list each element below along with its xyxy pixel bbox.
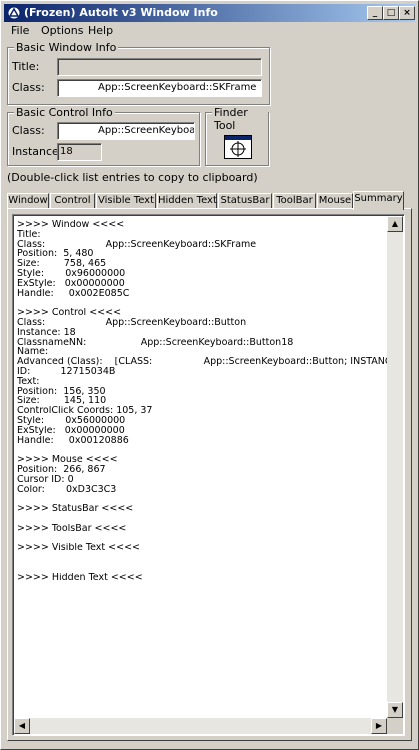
arrow-left-icon: ◀ (18, 721, 26, 730)
minimize-icon: _ (372, 8, 378, 18)
summary-line[interactable]: >>>> Window <<<< (17, 220, 389, 230)
control-instance-field[interactable]: 18 (57, 143, 102, 161)
finder-tool-group: Finder Tool (205, 106, 269, 166)
tab-summary[interactable]: Summary (353, 191, 404, 210)
basic-window-info-group: Basic Window Info Title: Class: App::Scr… (7, 41, 270, 105)
tab-window[interactable]: Window (7, 193, 49, 209)
basic-window-info-legend: Basic Window Info (14, 41, 119, 54)
arrow-up-icon: ▲ (391, 219, 399, 228)
summary-listbox[interactable]: >>>> Window <<<< Title: Class: App::Screen… (12, 214, 405, 736)
scroll-left-button[interactable]: ◀ (14, 718, 30, 734)
summary-line[interactable] (17, 298, 389, 308)
scrollbar-corner (387, 718, 403, 734)
summary-line[interactable] (17, 445, 389, 455)
summary-line[interactable]: ID: 12715034B (17, 367, 389, 377)
summary-line[interactable]: Style: 0x56000000 (17, 416, 389, 426)
summary-line[interactable]: Class: App::ScreenKeyboard::SKFrame (17, 240, 389, 250)
summary-line[interactable]: ControlClick Coords: 105, 37 (17, 406, 389, 416)
maximize-icon: □ (386, 8, 396, 18)
window-title-label: Title: (12, 60, 40, 73)
summary-line[interactable]: ClassnameNN: App::ScreenKeyboard::Button… (17, 338, 389, 348)
summary-line[interactable]: >>>> Control <<<< (17, 308, 389, 318)
scroll-down-button[interactable]: ▼ (387, 702, 403, 718)
crosshair-icon (225, 136, 251, 157)
minimize-button[interactable]: _ (367, 6, 383, 20)
summary-panel: >>>> Window <<<< Title: Class: App::Screen… (7, 208, 412, 741)
summary-line[interactable]: Size: 758, 465 (17, 259, 389, 269)
window-title-field[interactable] (57, 58, 262, 76)
arrow-down-icon: ▼ (391, 705, 399, 714)
tab-visible-text[interactable]: Visible Text (96, 193, 156, 209)
summary-line[interactable]: Name: (17, 347, 389, 357)
title-bar[interactable]: (Frozen) AutoIt v3 Window Info _ □ × (4, 4, 415, 22)
tab-toolbar[interactable]: ToolBar (273, 193, 316, 209)
control-class-label: Class: (12, 124, 45, 137)
summary-line[interactable]: >>>> ToolsBar <<<< (17, 524, 389, 534)
close-icon: × (403, 8, 411, 18)
summary-line[interactable]: Position: 266, 867 (17, 465, 389, 475)
horizontal-scrollbar[interactable]: ◀ ▶ (14, 718, 387, 734)
menu-options[interactable]: Options (41, 24, 83, 37)
window-class-field[interactable]: App::ScreenKeyboard::SKFrame (57, 79, 262, 97)
control-instance-label: Instance: (12, 145, 63, 158)
summary-line[interactable]: Advanced (Class): [CLASS: App::ScreenKey… (17, 357, 389, 367)
maximize-button[interactable]: □ (383, 6, 399, 20)
basic-control-info-group: Basic Control Info Class: App::ScreenKey… (7, 106, 200, 166)
summary-line[interactable]: Text: (17, 377, 389, 387)
window-title: (Frozen) AutoIt v3 Window Info (24, 6, 218, 19)
finder-tool-legend: Finder Tool (212, 106, 268, 132)
tab-mouse[interactable]: Mouse (317, 193, 353, 209)
menu-file[interactable]: File (11, 24, 29, 37)
summary-line[interactable]: >>>> Visible Text <<<< (17, 543, 389, 553)
summary-line[interactable] (17, 563, 389, 573)
tab-hidden-text[interactable]: Hidden Text (157, 193, 217, 209)
summary-lines: >>>> Window <<<< Title: Class: App::Screen… (17, 220, 389, 582)
scroll-up-button[interactable]: ▲ (387, 216, 403, 232)
tab-statusbar[interactable]: StatusBar (218, 193, 272, 209)
summary-line[interactable]: Color: 0xD3C3C3 (17, 485, 389, 495)
autoit-app-icon (7, 6, 21, 20)
summary-line[interactable] (17, 553, 389, 563)
arrow-right-icon: ▶ (375, 721, 383, 730)
summary-line[interactable]: Size: 145, 110 (17, 396, 389, 406)
summary-line[interactable]: ExStyle: 0x00000000 (17, 426, 389, 436)
menu-help[interactable]: Help (88, 24, 113, 37)
vertical-scrollbar[interactable]: ▲ ▼ (387, 216, 403, 718)
summary-line[interactable]: >>>> StatusBar <<<< (17, 504, 389, 514)
summary-line[interactable]: Position: 5, 480 (17, 249, 389, 259)
summary-line[interactable] (17, 494, 389, 504)
summary-line[interactable]: ExStyle: 0x00000000 (17, 279, 389, 289)
summary-line[interactable] (17, 514, 389, 524)
summary-line[interactable]: Handle: 0x00120886 (17, 436, 389, 446)
summary-line[interactable] (17, 534, 389, 544)
finder-tool-crosshair[interactable] (224, 135, 252, 159)
control-class-field[interactable]: App::ScreenKeyboard: (57, 122, 195, 140)
close-button[interactable]: × (399, 6, 415, 20)
autoit-window-info: (Frozen) AutoIt v3 Window Info _ □ × Fil… (0, 0, 419, 750)
summary-line[interactable]: Handle: 0x002E085C (17, 289, 389, 299)
summary-line[interactable]: >>>> Hidden Text <<<< (17, 573, 389, 583)
menu-bar: File Options Help (4, 23, 415, 40)
summary-line[interactable]: Cursor ID: 0 (17, 475, 389, 485)
summary-line[interactable]: Instance: 18 (17, 328, 389, 338)
basic-control-info-legend: Basic Control Info (14, 106, 115, 119)
clipboard-hint: (Double-click list entries to copy to cl… (7, 171, 258, 184)
summary-line[interactable]: Position: 156, 350 (17, 387, 389, 397)
window-class-label: Class: (12, 81, 45, 94)
scroll-right-button[interactable]: ▶ (371, 718, 387, 734)
summary-line[interactable]: Title: (17, 230, 389, 240)
summary-line[interactable]: >>>> Mouse <<<< (17, 455, 389, 465)
tab-control[interactable]: Control (50, 193, 95, 209)
summary-line[interactable]: Class: App::ScreenKeyboard::Button (17, 318, 389, 328)
summary-line[interactable]: Style: 0x96000000 (17, 269, 389, 279)
